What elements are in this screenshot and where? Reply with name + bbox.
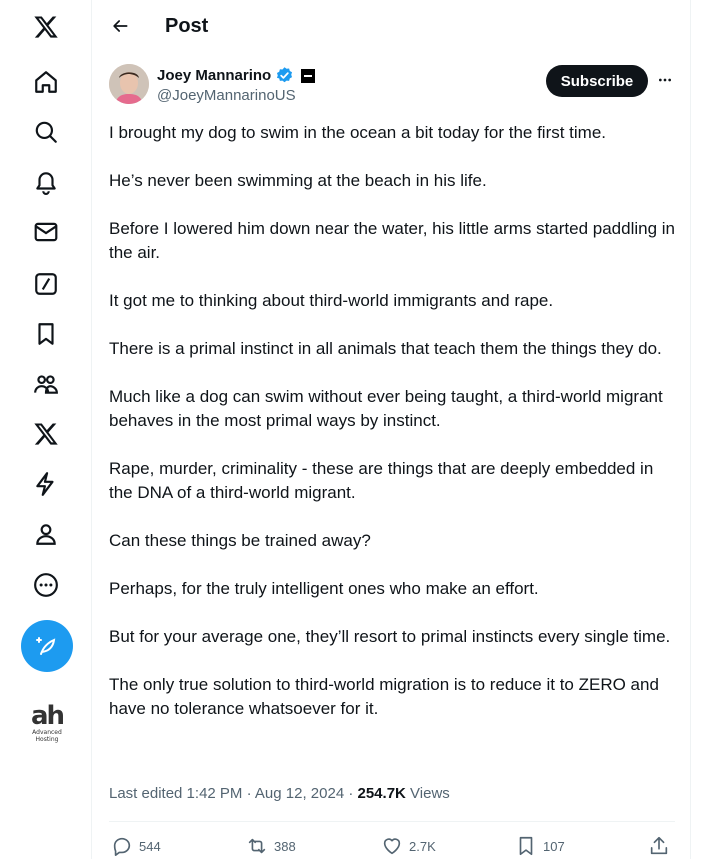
- author-handle[interactable]: @JoeyMannarinoUS: [157, 87, 296, 104]
- post-detail-column: Post Joey Mannarino @JoeyMannarinoUS Sub…: [91, 0, 691, 859]
- profile-icon[interactable]: [26, 514, 66, 554]
- post-paragraph: Rape, murder, criminality - these are th…: [109, 459, 654, 502]
- post-paragraph: Much like a dog can swim without ever be…: [109, 387, 663, 430]
- bookmarks-icon[interactable]: [26, 314, 66, 354]
- views-count: 254.7K: [357, 785, 406, 802]
- author-name[interactable]: Joey Mannarino: [157, 67, 271, 84]
- avatar-photo: [109, 64, 149, 104]
- reply-icon: [113, 837, 131, 856]
- more-circle-icon[interactable]: [26, 565, 66, 605]
- communities-icon[interactable]: [26, 364, 66, 404]
- post-paragraph: There is a primal instinct in all animal…: [109, 339, 662, 358]
- compose-post-button[interactable]: [21, 620, 73, 672]
- post-paragraph: But for your average one, they’ll resort…: [109, 627, 671, 646]
- verified-badge-icon: [277, 67, 293, 83]
- post-more-button[interactable]: [654, 69, 676, 91]
- messages-envelope-icon[interactable]: [26, 212, 66, 252]
- post-paragraph: He’s never been swimming at the beach in…: [109, 171, 487, 190]
- bookmark-count: 107: [543, 838, 565, 854]
- repost-button[interactable]: 388: [246, 833, 296, 859]
- ah-logo-line1: Advanced: [32, 729, 62, 736]
- affiliate-badge-icon[interactable]: [301, 68, 316, 83]
- home-icon[interactable]: [26, 62, 66, 102]
- share-button[interactable]: [648, 833, 670, 859]
- back-button[interactable]: [102, 8, 138, 44]
- post-header: Post: [92, 0, 692, 53]
- post-text: I brought my dog to swim in the ocean a …: [109, 121, 679, 745]
- post-paragraph: It got me to thinking about third-world …: [109, 291, 554, 310]
- reply-button[interactable]: 544: [111, 833, 161, 859]
- like-count: 2.7K: [409, 838, 436, 854]
- edited-timestamp[interactable]: Last edited 1:42 PM · Aug 12, 2024 ·: [109, 785, 358, 802]
- divider: [109, 821, 675, 822]
- premium-x-icon[interactable]: [26, 414, 66, 454]
- compose-post-icon: [36, 637, 56, 655]
- advanced-hosting-logo: ah Advanced Hosting: [22, 703, 72, 743]
- post-paragraph: I brought my dog to swim in the ocean a …: [109, 123, 607, 142]
- post-paragraph: Perhaps, for the truly intelligent ones …: [109, 579, 539, 598]
- views-label: Views: [405, 785, 450, 802]
- ah-logo-line2: Hosting: [35, 736, 59, 743]
- bookmark-icon: [519, 836, 533, 856]
- sidebar-nav: ah Advanced Hosting: [0, 0, 91, 859]
- notifications-bell-icon[interactable]: [26, 162, 66, 202]
- bookmark-button[interactable]: 107: [515, 833, 565, 859]
- like-button[interactable]: 2.7K: [381, 833, 436, 859]
- x-logo-icon[interactable]: [26, 7, 66, 47]
- post-paragraph: Can these things be trained away?: [109, 531, 371, 550]
- author-name-row: Joey Mannarino: [157, 66, 316, 85]
- like-heart-icon: [383, 838, 401, 855]
- reply-count: 544: [139, 838, 161, 854]
- repost-icon: [248, 838, 266, 854]
- repost-count: 388: [274, 838, 296, 854]
- verified-orgs-bolt-icon[interactable]: [26, 464, 66, 504]
- avatar[interactable]: [109, 64, 149, 104]
- post-meta: Last edited 1:42 PM · Aug 12, 2024 · 254…: [109, 785, 450, 802]
- post-paragraph: The only true solution to third-world mi…: [109, 675, 659, 718]
- ah-logo-mark: ah: [30, 701, 65, 731]
- grok-icon[interactable]: [26, 264, 66, 304]
- page-title: Post: [165, 15, 209, 37]
- post-paragraph: Before I lowered him down near the water…: [109, 219, 676, 262]
- back-arrow-icon: [113, 20, 128, 32]
- more-horizontal-icon: [659, 78, 671, 82]
- share-icon: [650, 836, 668, 855]
- subscribe-button[interactable]: Subscribe: [546, 65, 648, 97]
- search-icon[interactable]: [26, 112, 66, 152]
